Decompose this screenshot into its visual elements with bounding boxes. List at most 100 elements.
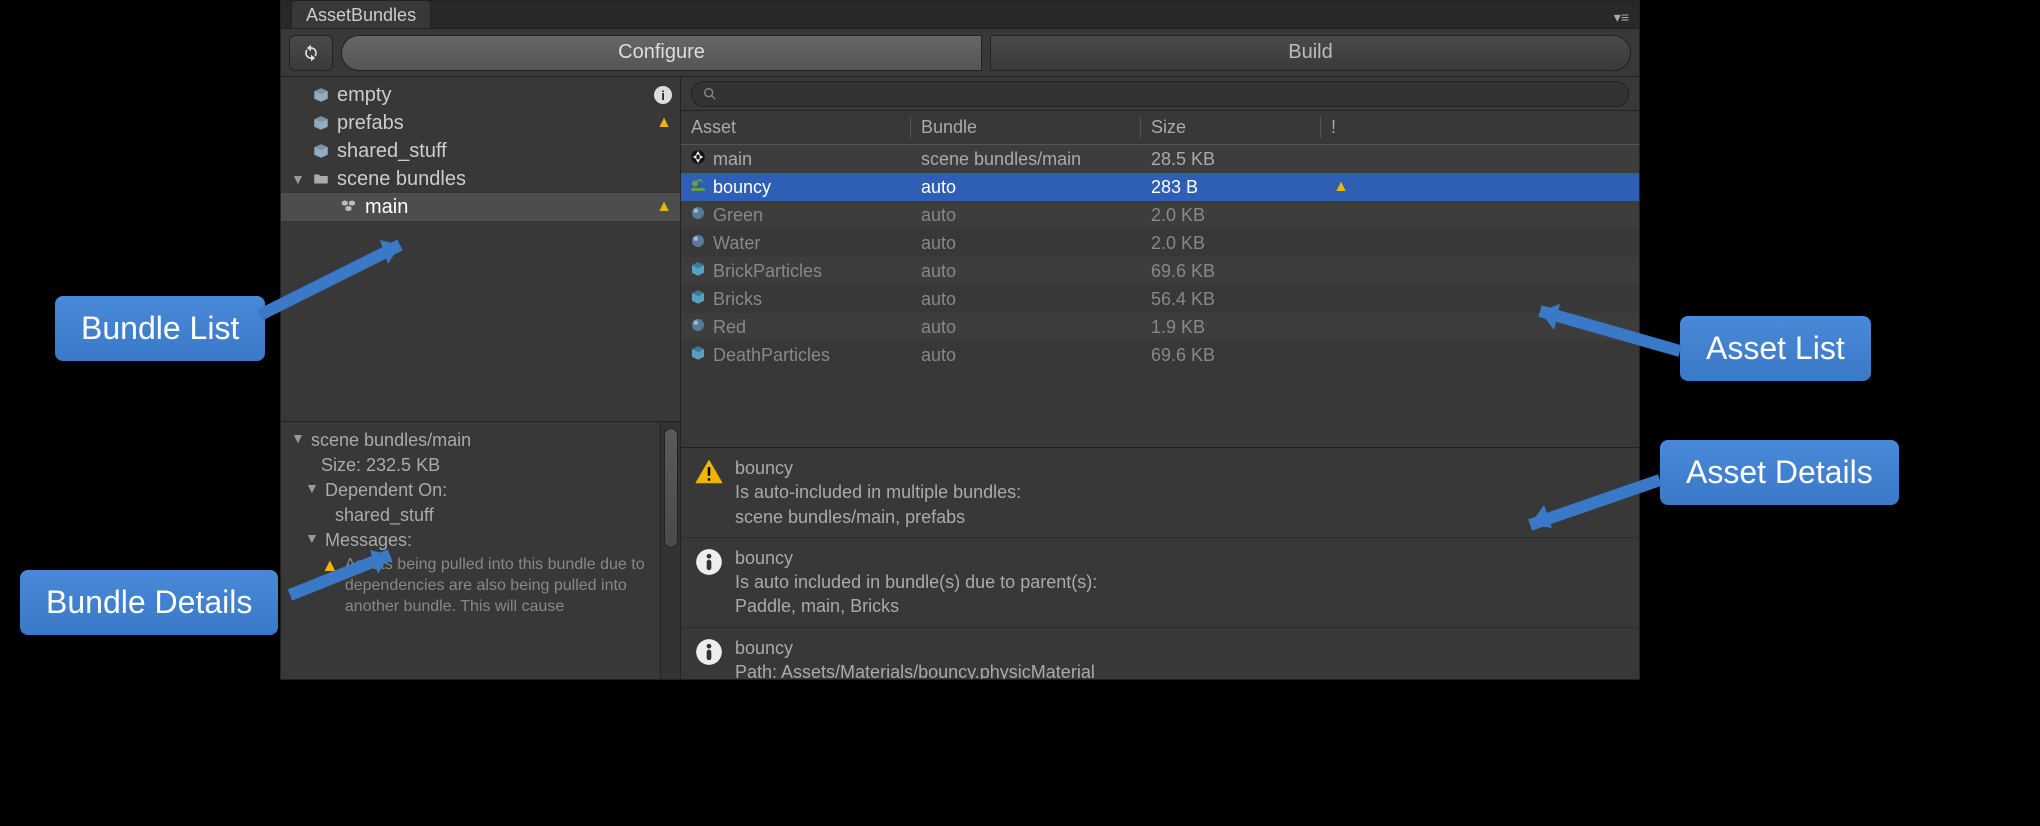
asset-size: 2.0 KB — [1141, 233, 1321, 254]
bundle-detail-scrollbar[interactable] — [660, 422, 680, 679]
callout-bundle-details: Bundle Details — [20, 570, 278, 635]
bundle-tree-row[interactable]: shared_stuff — [281, 137, 680, 165]
asset-name: BrickParticles — [713, 261, 822, 282]
bundle-name: main — [365, 196, 650, 219]
asset-size: 69.6 KB — [1141, 345, 1321, 366]
asset-bundle: scene bundles/main — [911, 149, 1141, 170]
window-menu-icon[interactable]: ▾≡ — [1604, 7, 1639, 28]
search-icon — [702, 86, 718, 102]
asset-row[interactable]: Green auto2.0 KB — [681, 201, 1639, 229]
asset-bundle: auto — [911, 317, 1141, 338]
tab-build[interactable]: Build — [990, 35, 1631, 71]
asset-bundle: auto — [911, 345, 1141, 366]
warning-icon — [693, 456, 725, 488]
bundle-tree-row[interactable]: ▼ scene bundles — [281, 165, 680, 193]
asset-row[interactable]: Bricks auto56.4 KB — [681, 285, 1639, 313]
info-icon — [693, 636, 725, 668]
arrow-icon — [280, 540, 420, 610]
folder-icon — [311, 169, 331, 189]
asset-row[interactable]: DeathParticlesauto69.6 KB — [681, 341, 1639, 369]
warning-icon: ▲ — [1333, 178, 1349, 196]
arrow-icon — [1500, 470, 1670, 550]
asset-size: 56.4 KB — [1141, 289, 1321, 310]
bundle-name: empty — [337, 84, 648, 107]
window-tab-assetbundles[interactable]: AssetBundles — [291, 0, 431, 28]
box-icon — [311, 141, 331, 161]
asset-row[interactable]: Water auto2.0 KB — [681, 229, 1639, 257]
search-input[interactable] — [691, 81, 1629, 107]
search-row — [681, 77, 1639, 111]
asset-bundle: auto — [911, 289, 1141, 310]
window-tabbar: AssetBundles ▾≡ — [281, 1, 1639, 29]
header-size[interactable]: Size — [1141, 117, 1321, 138]
bundle-name: shared_stuff — [337, 140, 666, 163]
asset-size: 28.5 KB — [1141, 149, 1321, 170]
assetbundles-window: AssetBundles ▾≡ Configure Build emptyipr… — [280, 0, 1640, 680]
header-bundle[interactable]: Bundle — [911, 117, 1141, 138]
asset-message[interactable]: bouncyIs auto included in bundle(s) due … — [681, 538, 1639, 628]
prefab-icon — [689, 344, 707, 367]
bundle-tree-row[interactable]: emptyi — [281, 81, 680, 109]
bundle-detail-size: Size: 232.5 KB — [321, 455, 440, 476]
asset-table-header: Asset Bundle Size ! — [681, 111, 1639, 145]
mat-icon — [689, 204, 707, 227]
header-warn[interactable]: ! — [1321, 117, 1361, 138]
asset-name: Red — [713, 317, 746, 338]
asset-name: Bricks — [713, 289, 762, 310]
bundle-name: prefabs — [337, 112, 650, 135]
physmat-icon — [689, 176, 707, 199]
bundle-tree-row[interactable]: main ▲ — [281, 193, 680, 221]
info-icon — [693, 546, 725, 578]
scrollbar-thumb[interactable] — [664, 428, 678, 548]
message-text: bouncyPath: Assets/Materials/bouncy.phys… — [735, 636, 1095, 679]
header-asset[interactable]: Asset — [681, 117, 911, 138]
info-icon: i — [654, 86, 672, 104]
bundle-name: scene bundles — [337, 168, 666, 191]
asset-message[interactable]: bouncyPath: Assets/Materials/bouncy.phys… — [681, 628, 1639, 679]
asset-row[interactable]: main scene bundles/main28.5 KB — [681, 145, 1639, 173]
asset-size: 283 B — [1141, 177, 1321, 198]
bundle-tree-row[interactable]: prefabs ▲ — [281, 109, 680, 137]
foldout-icon[interactable]: ▼ — [305, 480, 319, 496]
asset-message[interactable]: bouncyIs auto-included in multiple bundl… — [681, 448, 1639, 538]
unity-icon — [689, 148, 707, 171]
right-column: Asset Bundle Size ! main scene bundles/ma… — [681, 77, 1639, 679]
asset-name: Green — [713, 205, 763, 226]
bundle-detail-dependent-item: shared_stuff — [335, 505, 434, 526]
refresh-icon — [301, 43, 321, 63]
asset-name: bouncy — [713, 177, 771, 198]
mat-icon — [689, 316, 707, 339]
main-area: emptyiprefabs▲shared_stuff▼scene bundles… — [281, 77, 1639, 679]
box-icon — [311, 85, 331, 105]
tab-configure[interactable]: Configure — [341, 35, 982, 71]
asset-size: 1.9 KB — [1141, 317, 1321, 338]
bundle-detail-dependent-label: Dependent On: — [325, 480, 447, 501]
asset-name: main — [713, 149, 752, 170]
cubes-icon — [339, 197, 359, 217]
asset-bundle: auto — [911, 233, 1141, 254]
asset-size: 2.0 KB — [1141, 205, 1321, 226]
arrow-icon — [250, 230, 450, 330]
asset-row[interactable]: bouncy auto283 B ▲ — [681, 173, 1639, 201]
refresh-button[interactable] — [289, 35, 333, 71]
foldout-icon[interactable]: ▼ — [291, 171, 305, 187]
callout-bundle-list: Bundle List — [55, 296, 265, 361]
message-text: bouncyIs auto-included in multiple bundl… — [735, 456, 1021, 529]
foldout-icon[interactable]: ▼ — [291, 430, 305, 446]
callout-asset-list: Asset List — [1680, 316, 1871, 381]
asset-bundle: auto — [911, 261, 1141, 282]
asset-bundle: auto — [911, 205, 1141, 226]
asset-row[interactable]: Red auto1.9 KB — [681, 313, 1639, 341]
warning-icon: ▲ — [656, 198, 672, 216]
bundle-detail-title: scene bundles/main — [311, 430, 471, 451]
asset-name: Water — [713, 233, 760, 254]
asset-list[interactable]: mainscene bundles/main28.5 KBbouncyauto2… — [681, 145, 1639, 447]
asset-bundle: auto — [911, 177, 1141, 198]
asset-size: 69.6 KB — [1141, 261, 1321, 282]
prefab-icon — [689, 288, 707, 311]
asset-row[interactable]: BrickParticles auto69.6 KB — [681, 257, 1639, 285]
warning-icon: ▲ — [656, 114, 672, 132]
box-icon — [311, 113, 331, 133]
prefab-icon — [689, 260, 707, 283]
asset-detail-panel: bouncyIs auto-included in multiple bundl… — [681, 447, 1639, 679]
